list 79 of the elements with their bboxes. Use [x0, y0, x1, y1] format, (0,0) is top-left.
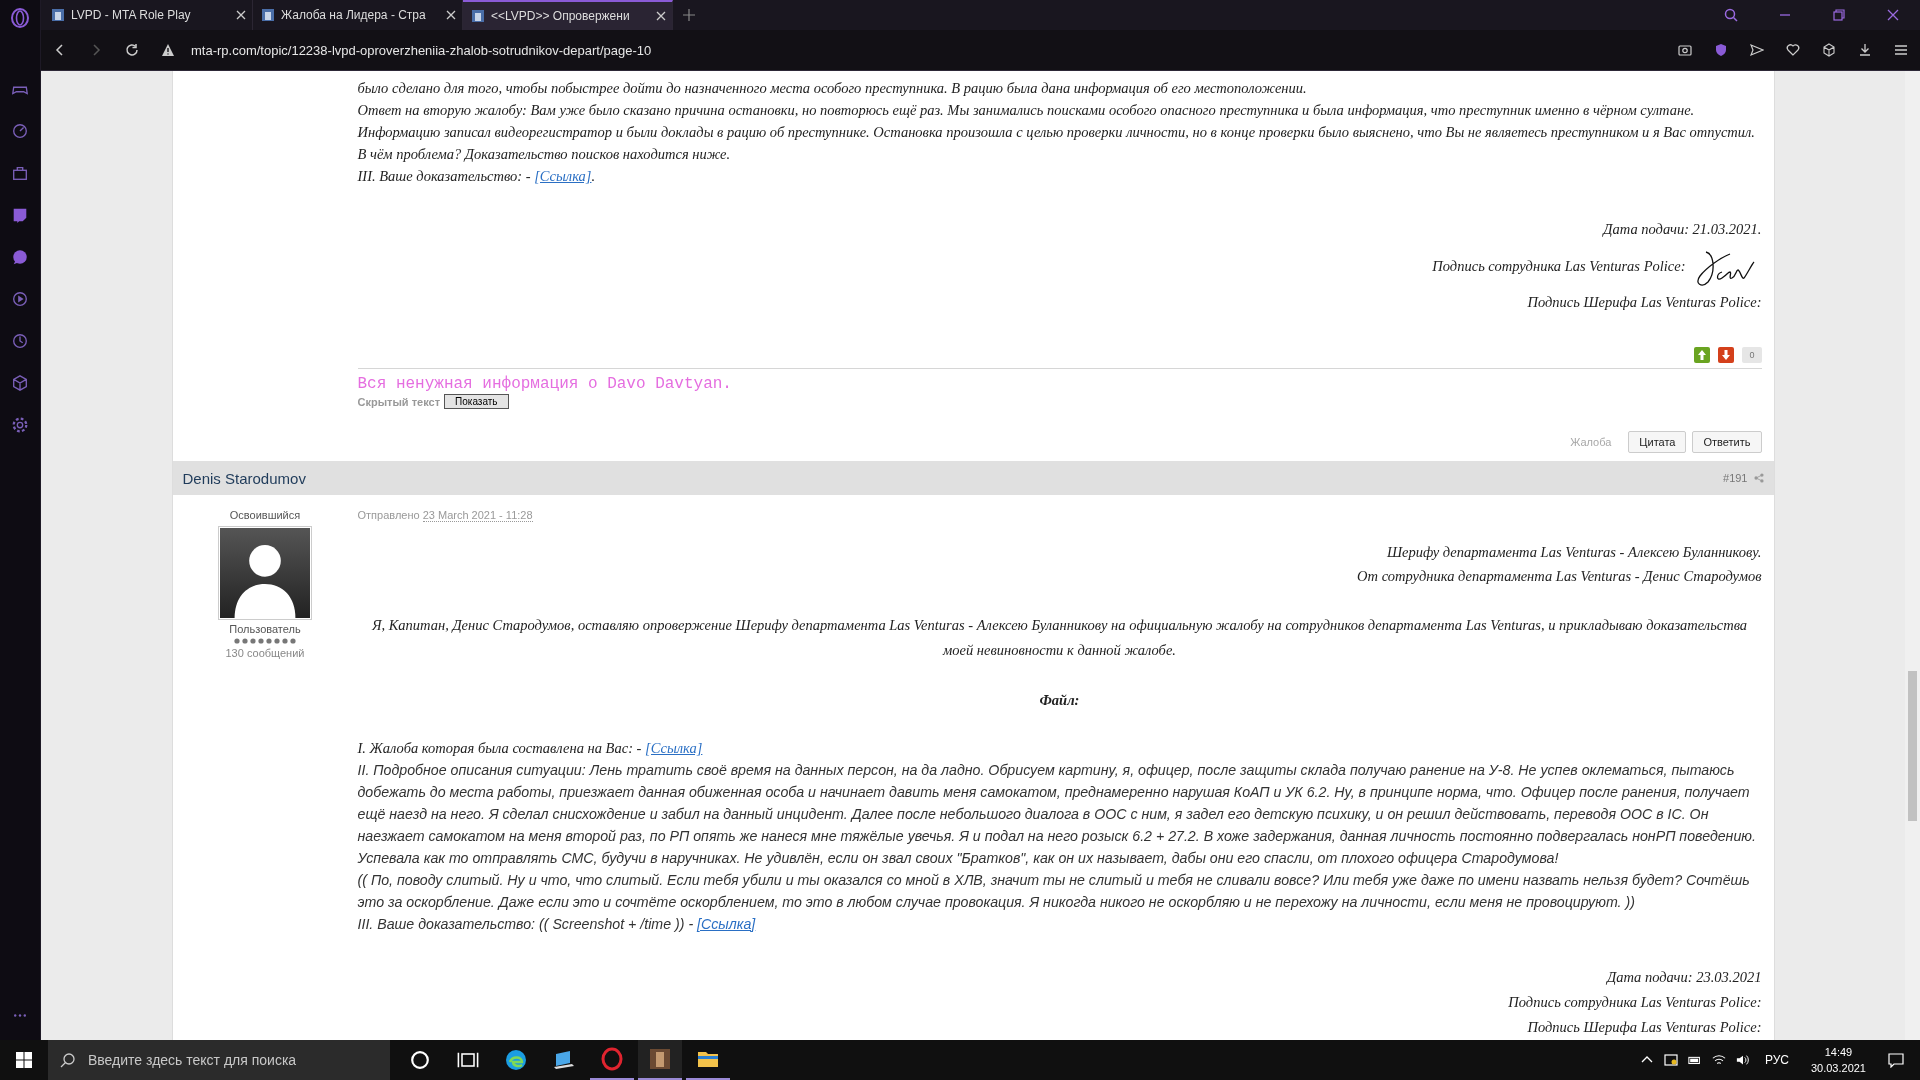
user-title: Освоившийся	[229, 509, 301, 521]
notification-icon[interactable]	[1888, 1052, 1904, 1068]
rating-count: 0	[1742, 347, 1762, 363]
paragraph: Ответ на вторую жалобу: Вам уже было сказано причина остановки, но повторюсь ещё раз. Мы занимались поисками особого опасного преступника и была информация, что преступник именно в чёрном султане. Информацию записал видеорегистратор и были доклады в рацию об преступнике. Остановка произошла с целью проверки личности, но в конце проверки было выяснено, что Вы не являетесь преступником и я Вас отпустил. В чём проблема? Доказательство поисков находится ниже.	[357, 101, 1756, 164]
signature-line: Подпись Шерифа Las Venturas Police:	[1527, 1019, 1762, 1036]
ring-logo-icon	[600, 1047, 624, 1071]
camera-icon[interactable]	[1678, 43, 1692, 57]
paragraph: I. Жалоба которая была составлена на Вас: - [Ссылка]	[357, 739, 704, 758]
photo-placeholder	[648, 1047, 672, 1071]
address-line: Шерифу департамента Las Venturas - Алексею Буланникову.	[1386, 543, 1762, 562]
address-line: От сотрудника департамента Las Venturas - Денис Стародумов	[1357, 567, 1762, 586]
menu-icon[interactable]	[1894, 43, 1908, 57]
reload-icon[interactable]	[125, 43, 139, 57]
favicon-icon	[261, 8, 275, 22]
scrollbar[interactable]	[1905, 71, 1920, 1040]
clock-date[interactable]: 30.03.2021	[1810, 1060, 1866, 1076]
browser-tab[interactable]: <<LVPD>> Опровержени	[463, 0, 673, 30]
link[interactable]: [Ссылка]	[534, 168, 592, 184]
language-indicator[interactable]: РУС	[1764, 1053, 1789, 1067]
restore-icon[interactable]	[1832, 8, 1846, 22]
send-icon[interactable]	[1750, 43, 1764, 57]
close-icon[interactable]	[656, 11, 666, 21]
more-icon[interactable]	[12, 1013, 28, 1018]
close-icon[interactable]	[446, 10, 456, 20]
wifi-icon[interactable]	[1711, 1053, 1726, 1067]
post-action-button[interactable]: Цитата	[1628, 431, 1687, 453]
shield-icon[interactable]	[1714, 43, 1728, 57]
author-name[interactable]: Denis Starodumov	[182, 469, 1723, 487]
rank-dots-icon	[233, 638, 297, 644]
link[interactable]: [Ссылка]	[697, 916, 756, 932]
taskbar-search-field[interactable]: Введите здесь текст для поиска	[48, 1040, 390, 1080]
warning-icon[interactable]	[161, 43, 175, 57]
hidden-text-label: Скрытый текст	[357, 395, 441, 408]
browser-logo-icon[interactable]	[10, 8, 30, 28]
paragraph: III. Ваше доказательство: (( Screenshot + /time )) - [Ссылка]	[357, 915, 757, 934]
chat-bubble-icon[interactable]	[11, 248, 29, 266]
heart-icon[interactable]	[1786, 43, 1800, 57]
show-button[interactable]: Показать	[444, 394, 509, 409]
favicon-icon	[51, 8, 65, 22]
tray-app-icon[interactable]	[1663, 1053, 1678, 1067]
link[interactable]: [Ссылка]	[645, 740, 703, 756]
signature-line: Подпись Шерифа Las Venturas Police:	[1527, 294, 1762, 311]
search-icon[interactable]	[1724, 8, 1738, 22]
taskbar-button[interactable]	[638, 1040, 682, 1080]
windows-logo-icon[interactable]	[16, 1052, 32, 1068]
clock-icon[interactable]	[11, 332, 29, 350]
signature-line: Подпись сотрудника Las Venturas Police:	[1432, 257, 1686, 275]
favicon-icon	[471, 9, 485, 23]
settings-icon[interactable]	[11, 416, 29, 434]
close-icon[interactable]	[236, 10, 246, 20]
post-date: Отправлено 23 March 2021 - 11:28	[357, 509, 534, 521]
laptop-app-icon[interactable]	[552, 1048, 576, 1072]
search-icon	[60, 1052, 76, 1068]
download-icon[interactable]	[1858, 43, 1872, 57]
user-group: Пользователь	[229, 623, 301, 635]
play-icon[interactable]	[11, 290, 29, 308]
volume-icon[interactable]	[1735, 1053, 1750, 1067]
signature-line: Дата подачи: 23.03.2021	[1606, 969, 1762, 986]
chat-icon[interactable]	[11, 206, 29, 224]
paragraph: Я, Капитан, Денис Стародумов, оставляю опровержение Шерифу департамента Las Venturas - Алексею Буланникову на официальную жалобу на сотрудников департамента Las Venturas, и прикладываю доказательства моей невиновности к данной жалобе.	[370, 616, 1749, 660]
cortana-circle-icon[interactable]	[408, 1048, 432, 1072]
section-heading: Файл:	[1038, 691, 1081, 710]
avatar-silhouette[interactable]	[218, 526, 312, 620]
cube-icon[interactable]	[1822, 43, 1836, 57]
clock-time[interactable]: 14:49	[1824, 1044, 1853, 1060]
new-tab-icon[interactable]	[683, 9, 695, 21]
close-icon[interactable]	[1886, 8, 1900, 22]
post-count: 130 сообщений	[225, 647, 305, 659]
post-action-button[interactable]: Ответить	[1692, 431, 1762, 453]
bag-icon[interactable]	[11, 164, 29, 182]
paragraph: II. Подробное описания ситуации: Лень тратить своё время на данных персон, на да ладно. Обрисуем картину, я, офицер, после защиты склада получаю ранение на У-8. Не успев оклематься, пытаюсь добежать до места работы, приезжает данная обиженная особа и начинает давить меня самокатом, преднамеренно нарушая КоАП и УК 6.2. Ну, в принципе норма, что. Офицер после ранения, получает ещё наезд на него. Я сделал снисхождение и забил на данный инцидент. Далее после небольшого диалога в ООС с ним, я задел его детскую психику, и он решил действовать, переводя ООС в IC. Он наезжает самокатом на меня второй раз, по РП опять же нанеся мне тяжёлые увечья. Я и подал на него розыск 6.2 + 27.2. В хоже задержания, данная личность постоянно подвергалась нонРП поведению. Успевала как то отправлять СМС, будучи в наручниках. Не удивлён, если он звал своих "Братков", как он их называет, дабы они его спасли, от плохого офицера Стародумова!	[357, 761, 1757, 868]
paragraph: было сделано для того, чтобы побыстрее дойти до назначенного места особого преступника. В рацию была дана информация об его местоположении.	[357, 79, 1308, 98]
edge-browser-icon[interactable]	[504, 1048, 528, 1072]
paragraph: III. Ваше доказательство: - [Ссылка].	[357, 167, 597, 186]
signature-text: Вся ненужная информация о Davo Davtyan.	[357, 375, 733, 393]
signature-line: Дата подачи: 21.03.2021.	[1603, 221, 1762, 238]
gauge-icon[interactable]	[11, 122, 29, 140]
paragraph: (( По, поводу слитый. Ну и что, что слитый. Если тебя убили и ты оказался со мной в ХЛВ, значит ты не слитый и тебя не сливали вовсе? Или тебя уже даже по имени назвать нельзя будет? Сочтёшь это за оскорбление. Даже если это и сочтёте оскорблением, то это в любом случае провокация. Я никогда никого не оскорбляю и не перехожу на личности, если меня не провоцируют. ))	[357, 871, 1751, 912]
signature-line: Подпись сотрудника Las Venturas Police:	[1508, 994, 1762, 1011]
